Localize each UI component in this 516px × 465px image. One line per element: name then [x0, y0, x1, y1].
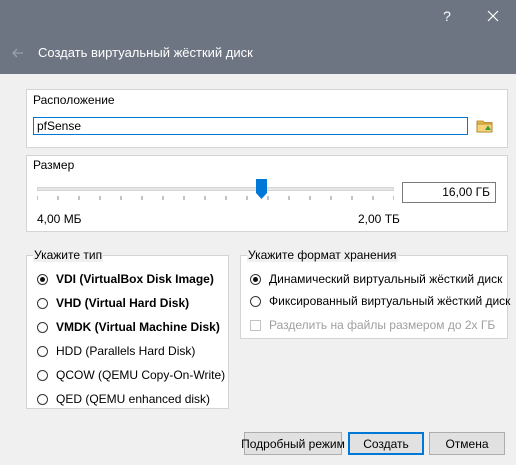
folder-icon — [476, 120, 493, 133]
size-input[interactable]: 16,00 ГБ — [402, 182, 496, 203]
help-icon: ? — [443, 8, 451, 24]
title-bar: ? Создать виртуальный жёсткий диск — [0, 0, 516, 74]
size-min-label: 4,00 МБ — [37, 212, 82, 226]
radio-button[interactable] — [250, 273, 261, 285]
close-icon — [487, 10, 499, 22]
cancel-button[interactable]: Отмена — [429, 432, 505, 455]
size-slider-track[interactable] — [37, 187, 394, 191]
disk-type-option-label: VHD (Virtual Hard Disk) — [56, 296, 190, 310]
back-arrow-icon[interactable] — [12, 48, 24, 58]
disk-type-option[interactable]: QED (QEMU enhanced disk) — [37, 392, 210, 406]
disk-type-option-label: VDI (VirtualBox Disk Image) — [56, 272, 214, 286]
location-label: Расположение — [33, 93, 115, 107]
storage-fixed-label: Фиксированный виртуальный жёсткий диск — [269, 294, 511, 308]
location-input[interactable]: pfSense — [33, 117, 468, 135]
storage-fixed-option[interactable]: Фиксированный виртуальный жёсткий диск — [250, 294, 510, 308]
radio-button[interactable] — [37, 345, 48, 357]
radio-button[interactable] — [37, 297, 48, 309]
disk-type-option[interactable]: VDI (VirtualBox Disk Image) — [37, 272, 214, 286]
split-files-label: Разделить на файлы размером до 2х ГБ — [269, 318, 496, 332]
split-files-checkbox — [250, 319, 261, 331]
expert-mode-button[interactable]: Подробный режим — [241, 432, 345, 455]
disk-type-option-label: QCOW (QEMU Copy-On-Write) — [56, 368, 226, 382]
radio-button[interactable] — [37, 369, 48, 381]
radio-button[interactable] — [37, 393, 48, 405]
disk-type-option-label: HDD (Parallels Hard Disk) — [56, 344, 196, 358]
disk-type-option[interactable]: VHD (Virtual Hard Disk) — [37, 296, 189, 310]
disk-type-option[interactable]: QCOW (QEMU Copy-On-Write) — [37, 368, 225, 382]
disk-type-label: Укажите тип — [33, 248, 104, 262]
storage-dynamic-option[interactable]: Динамический виртуальный жёсткий диск — [250, 272, 502, 286]
disk-type-option[interactable]: VMDK (Virtual Machine Disk) — [37, 320, 220, 334]
help-button[interactable]: ? — [424, 0, 470, 32]
disk-type-option[interactable]: HDD (Parallels Hard Disk) — [37, 344, 195, 358]
disk-type-option-label: QED (QEMU enhanced disk) — [56, 392, 211, 406]
size-max-label: 2,00 ТБ — [358, 212, 400, 226]
dialog-title: Создать виртуальный жёсткий диск — [38, 45, 253, 60]
radio-button[interactable] — [37, 321, 48, 333]
size-label: Размер — [33, 158, 75, 172]
radio-button[interactable] — [250, 295, 261, 307]
size-slider-ticks — [37, 196, 394, 200]
split-files-option: Разделить на файлы размером до 2х ГБ — [250, 318, 495, 332]
choose-file-button[interactable] — [476, 117, 494, 135]
storage-dynamic-label: Динамический виртуальный жёсткий диск — [269, 272, 503, 286]
storage-format-label: Укажите формат хранения — [247, 248, 398, 262]
close-button[interactable] — [470, 0, 516, 32]
disk-type-option-label: VMDK (Virtual Machine Disk) — [56, 320, 220, 334]
create-button[interactable]: Создать — [348, 432, 424, 455]
size-slider-thumb[interactable] — [256, 179, 268, 199]
radio-button[interactable] — [37, 273, 48, 285]
